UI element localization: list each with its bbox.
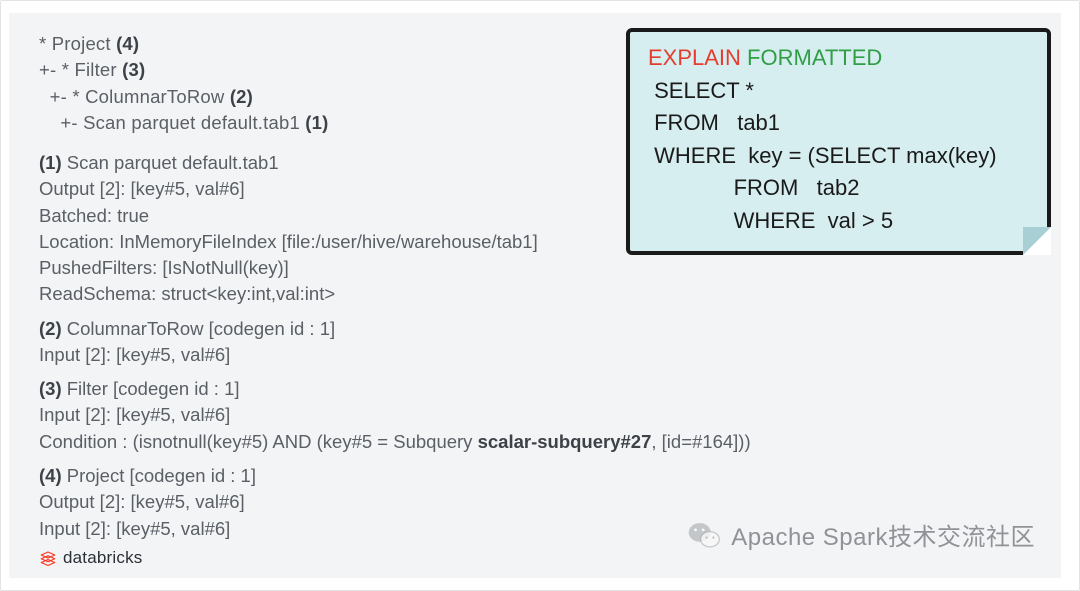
wechat-icon: [687, 518, 721, 552]
detail-condition: Condition : (isnotnull(key#5) AND (key#5…: [39, 429, 1041, 455]
sql-line-2: SELECT *: [648, 75, 1029, 108]
databricks-logo: databricks: [39, 548, 142, 568]
detail-title: (4) Project [codegen id : 1]: [39, 463, 1041, 489]
detail-block-2: (2) ColumnarToRow [codegen id : 1] Input…: [39, 316, 1041, 369]
sql-box: EXPLAIN FORMATTED SELECT * FROM tab1 WHE…: [626, 28, 1051, 255]
cond-bold: scalar-subquery#27: [478, 431, 652, 452]
detail-title: (3) Filter [codegen id : 1]: [39, 376, 1041, 402]
detail-line: Input [2]: [key#5, val#6]: [39, 402, 1041, 428]
wechat-watermark: Apache Spark技术交流社区: [687, 517, 1035, 552]
sql-explain: EXPLAIN: [648, 45, 741, 70]
detail-line: Input [2]: [key#5, val#6]: [39, 342, 1041, 368]
plan-row-4-text: +- Scan parquet default.tab1: [39, 112, 305, 133]
plan-row-3-text: +- * ColumnarToRow: [39, 86, 230, 107]
detail-num: (2): [39, 318, 67, 339]
plan-row-3-num: (2): [230, 86, 253, 107]
plan-row-1-text: * Project: [39, 33, 116, 54]
detail-title-text: Scan parquet default.tab1: [67, 152, 279, 173]
detail-num: (3): [39, 378, 67, 399]
plan-row-2-text: +- * Filter: [39, 59, 122, 80]
sql-line-3: FROM tab1: [648, 107, 1029, 140]
page-fold-icon: [1023, 227, 1051, 255]
slide: * Project (4) +- * Filter (3) +- * Colum…: [9, 13, 1061, 578]
plan-row-1-num: (4): [116, 33, 139, 54]
cond-suffix: , [id=#164])): [651, 431, 750, 452]
detail-num: (4): [39, 465, 67, 486]
logo-text: databricks: [63, 548, 142, 568]
cond-prefix: Condition : (isnotnull(key#5) AND (key#5…: [39, 431, 478, 452]
detail-title-text: ColumnarToRow [codegen id : 1]: [67, 318, 335, 339]
plan-row-4-num: (1): [305, 112, 328, 133]
sql-line-5: FROM tab2: [648, 172, 1029, 205]
page-frame: * Project (4) +- * Filter (3) +- * Colum…: [0, 0, 1080, 591]
sql-formatted: FORMATTED: [741, 45, 882, 70]
sql-line-4: WHERE key = (SELECT max(key): [648, 140, 1029, 173]
detail-line: Output [2]: [key#5, val#6]: [39, 489, 1041, 515]
detail-line: ReadSchema: struct<key:int,val:int>: [39, 281, 1041, 307]
sql-line-1: EXPLAIN FORMATTED: [648, 42, 1029, 75]
sql-line-6: WHERE val > 5: [648, 205, 1029, 238]
databricks-icon: [39, 549, 57, 567]
detail-num: (1): [39, 152, 67, 173]
watermark-text: Apache Spark技术交流社区: [731, 517, 1035, 552]
detail-line: PushedFilters: [IsNotNull(key)]: [39, 255, 1041, 281]
plan-row-2-num: (3): [122, 59, 145, 80]
detail-block-3: (3) Filter [codegen id : 1] Input [2]: […: [39, 376, 1041, 455]
detail-title-text: Filter [codegen id : 1]: [67, 378, 240, 399]
detail-title: (2) ColumnarToRow [codegen id : 1]: [39, 316, 1041, 342]
detail-title-text: Project [codegen id : 1]: [67, 465, 256, 486]
